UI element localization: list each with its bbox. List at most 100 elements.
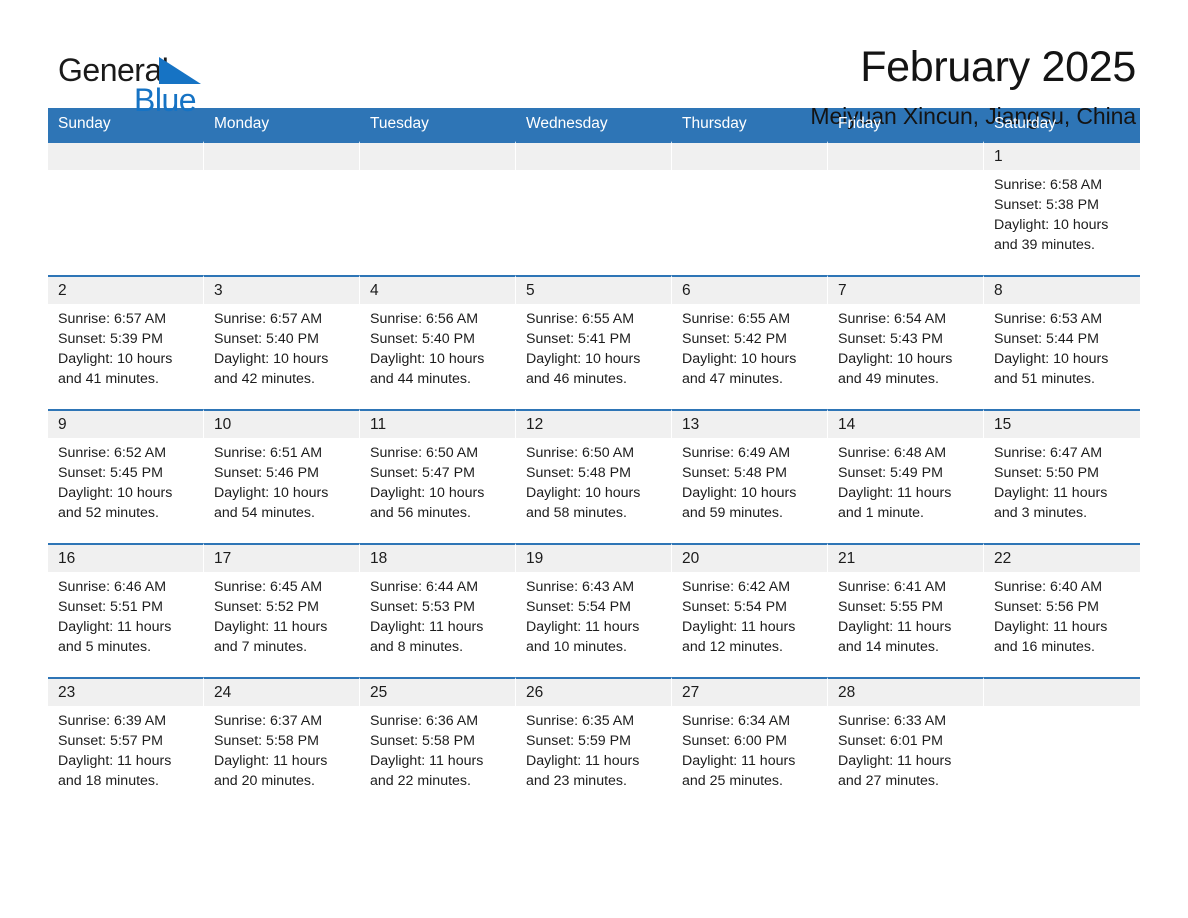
sunrise-text: Sunrise: 6:40 AM [994,579,1103,595]
calendar-day-cell[interactable]: 23 Sunrise: 6:39 AM Sunset: 5:57 PM Dayligh… [48,677,204,811]
sunrise-text: Sunrise: 6:37 AM [214,713,323,729]
daylight-text: Daylight: 11 hours and 12 minutes. [682,619,796,655]
calendar-day-cell[interactable]: 18 Sunrise: 6:44 AM Sunset: 5:53 PM Dayligh… [360,543,516,677]
calendar-day-cell[interactable]: 8 Sunrise: 6:53 AM Sunset: 5:44 PM Daylight… [984,275,1140,409]
day-details: Sunrise: 6:37 AM Sunset: 5:58 PM Daylight:… [204,706,359,791]
day-number: 5 [516,277,671,304]
sunset-text: Sunset: 5:48 PM [526,465,631,481]
calendar-day-cell [672,141,828,275]
calendar-day-cell[interactable]: 22 Sunrise: 6:40 AM Sunset: 5:56 PM Dayligh… [984,543,1140,677]
daylight-text: Daylight: 10 hours and 58 minutes. [526,485,641,521]
calendar-day-cell[interactable]: 13 Sunrise: 6:49 AM Sunset: 5:48 PM Dayligh… [672,409,828,543]
day-details: Sunrise: 6:58 AM Sunset: 5:38 PM Daylight:… [984,170,1140,255]
sunrise-text: Sunrise: 6:43 AM [526,579,635,595]
sunrise-text: Sunrise: 6:54 AM [838,311,947,327]
daylight-text: Daylight: 10 hours and 54 minutes. [214,485,329,521]
calendar-day-cell[interactable]: 27 Sunrise: 6:34 AM Sunset: 6:00 PM Dayligh… [672,677,828,811]
day-cell-inner: 12 Sunrise: 6:50 AM Sunset: 5:48 PM Dayligh… [516,409,672,543]
calendar-day-cell[interactable]: 11 Sunrise: 6:50 AM Sunset: 5:47 PM Dayligh… [360,409,516,543]
day-cell-inner: 17 Sunrise: 6:45 AM Sunset: 5:52 PM Dayligh… [204,543,360,677]
day-details: Sunrise: 6:46 AM Sunset: 5:51 PM Daylight:… [48,572,203,657]
day-details: Sunrise: 6:40 AM Sunset: 5:56 PM Daylight:… [984,572,1140,657]
day-details [984,706,1140,711]
daylight-text: Daylight: 11 hours and 3 minutes. [994,485,1108,521]
page-header: General Blue February 2025 Meiyuan Xincu… [48,0,1140,130]
sunrise-text: Sunrise: 6:49 AM [682,445,791,461]
day-details: Sunrise: 6:35 AM Sunset: 5:59 PM Daylight:… [516,706,671,791]
calendar-day-cell[interactable]: 14 Sunrise: 6:48 AM Sunset: 5:49 PM Dayligh… [828,409,984,543]
day-number: 10 [204,411,359,438]
day-details: Sunrise: 6:42 AM Sunset: 5:54 PM Daylight:… [672,572,827,657]
brand-logo: General Blue [58,46,258,116]
day-details: Sunrise: 6:50 AM Sunset: 5:47 PM Daylight:… [360,438,515,523]
calendar-day-cell[interactable]: 15 Sunrise: 6:47 AM Sunset: 5:50 PM Dayligh… [984,409,1140,543]
sunset-text: Sunset: 5:38 PM [994,197,1099,213]
calendar-day-cell[interactable]: 24 Sunrise: 6:37 AM Sunset: 5:58 PM Dayligh… [204,677,360,811]
day-cell-inner: 11 Sunrise: 6:50 AM Sunset: 5:47 PM Dayligh… [360,409,516,543]
sunset-text: Sunset: 5:59 PM [526,733,631,749]
day-cell-inner: 22 Sunrise: 6:40 AM Sunset: 5:56 PM Dayligh… [984,543,1140,677]
calendar-day-cell[interactable]: 26 Sunrise: 6:35 AM Sunset: 5:59 PM Dayligh… [516,677,672,811]
calendar-day-cell[interactable]: 1 Sunrise: 6:58 AM Sunset: 5:38 PM Daylight… [984,141,1140,275]
calendar-day-cell[interactable]: 12 Sunrise: 6:50 AM Sunset: 5:48 PM Dayligh… [516,409,672,543]
daylight-text: Daylight: 11 hours and 14 minutes. [838,619,952,655]
sunset-text: Sunset: 5:40 PM [370,331,475,347]
calendar-day-cell[interactable]: 25 Sunrise: 6:36 AM Sunset: 5:58 PM Dayligh… [360,677,516,811]
day-cell-inner: 18 Sunrise: 6:44 AM Sunset: 5:53 PM Dayligh… [360,543,516,677]
calendar-day-cell[interactable]: 21 Sunrise: 6:41 AM Sunset: 5:55 PM Dayligh… [828,543,984,677]
calendar-day-cell [204,141,360,275]
day-details: Sunrise: 6:57 AM Sunset: 5:39 PM Daylight:… [48,304,203,389]
day-cell-inner: 19 Sunrise: 6:43 AM Sunset: 5:54 PM Dayligh… [516,543,672,677]
sunrise-text: Sunrise: 6:52 AM [58,445,167,461]
calendar-day-cell[interactable]: 10 Sunrise: 6:51 AM Sunset: 5:46 PM Dayligh… [204,409,360,543]
day-details: Sunrise: 6:57 AM Sunset: 5:40 PM Daylight:… [204,304,359,389]
day-number: 18 [360,545,515,572]
day-number: 7 [828,277,983,304]
daylight-text: Daylight: 11 hours and 25 minutes. [682,753,796,789]
calendar-day-cell[interactable]: 17 Sunrise: 6:45 AM Sunset: 5:52 PM Dayligh… [204,543,360,677]
calendar-day-cell[interactable]: 7 Sunrise: 6:54 AM Sunset: 5:43 PM Daylight… [828,275,984,409]
day-number: 17 [204,545,359,572]
calendar-day-cell[interactable]: 19 Sunrise: 6:43 AM Sunset: 5:54 PM Dayligh… [516,543,672,677]
day-cell-inner: 4 Sunrise: 6:56 AM Sunset: 5:40 PM Daylight… [360,275,516,409]
day-cell-inner: 20 Sunrise: 6:42 AM Sunset: 5:54 PM Dayligh… [672,543,828,677]
page-title: February 2025 [860,43,1136,91]
day-details: Sunrise: 6:36 AM Sunset: 5:58 PM Daylight:… [360,706,515,791]
day-details: Sunrise: 6:54 AM Sunset: 5:43 PM Daylight:… [828,304,983,389]
day-number: 26 [516,679,671,706]
sunset-text: Sunset: 5:54 PM [526,599,631,615]
day-number: 8 [984,277,1140,304]
calendar-day-cell[interactable]: 9 Sunrise: 6:52 AM Sunset: 5:45 PM Daylight… [48,409,204,543]
day-details: Sunrise: 6:49 AM Sunset: 5:48 PM Daylight:… [672,438,827,523]
calendar-day-cell[interactable]: 6 Sunrise: 6:55 AM Sunset: 5:42 PM Daylight… [672,275,828,409]
day-number: 4 [360,277,515,304]
calendar-day-cell[interactable]: 4 Sunrise: 6:56 AM Sunset: 5:40 PM Daylight… [360,275,516,409]
calendar-day-cell[interactable]: 2 Sunrise: 6:57 AM Sunset: 5:39 PM Daylight… [48,275,204,409]
day-cell-inner: 5 Sunrise: 6:55 AM Sunset: 5:41 PM Daylight… [516,275,672,409]
calendar-day-cell[interactable]: 3 Sunrise: 6:57 AM Sunset: 5:40 PM Daylight… [204,275,360,409]
day-cell-inner [984,677,1140,811]
day-number: 14 [828,411,983,438]
calendar-day-cell[interactable]: 20 Sunrise: 6:42 AM Sunset: 5:54 PM Dayligh… [672,543,828,677]
day-cell-inner: 14 Sunrise: 6:48 AM Sunset: 5:49 PM Dayligh… [828,409,984,543]
day-number: 23 [48,679,203,706]
calendar-day-cell[interactable]: 5 Sunrise: 6:55 AM Sunset: 5:41 PM Daylight… [516,275,672,409]
sunrise-text: Sunrise: 6:45 AM [214,579,323,595]
daylight-text: Daylight: 10 hours and 39 minutes. [994,217,1109,253]
calendar-day-cell[interactable]: 16 Sunrise: 6:46 AM Sunset: 5:51 PM Dayligh… [48,543,204,677]
daylight-text: Daylight: 11 hours and 16 minutes. [994,619,1108,655]
day-cell-inner: 10 Sunrise: 6:51 AM Sunset: 5:46 PM Dayligh… [204,409,360,543]
sunrise-text: Sunrise: 6:58 AM [994,177,1103,193]
sunrise-text: Sunrise: 6:42 AM [682,579,791,595]
day-details [516,170,671,175]
day-cell-inner [672,141,828,275]
day-details: Sunrise: 6:55 AM Sunset: 5:42 PM Daylight:… [672,304,827,389]
sunset-text: Sunset: 5:43 PM [838,331,943,347]
sunrise-text: Sunrise: 6:55 AM [526,311,635,327]
calendar-day-cell[interactable]: 28 Sunrise: 6:33 AM Sunset: 6:01 PM Dayligh… [828,677,984,811]
day-cell-inner: 1 Sunrise: 6:58 AM Sunset: 5:38 PM Daylight… [984,141,1140,275]
day-cell-inner: 3 Sunrise: 6:57 AM Sunset: 5:40 PM Daylight… [204,275,360,409]
day-details: Sunrise: 6:44 AM Sunset: 5:53 PM Daylight:… [360,572,515,657]
day-cell-inner: 2 Sunrise: 6:57 AM Sunset: 5:39 PM Daylight… [48,275,204,409]
day-cell-inner: 8 Sunrise: 6:53 AM Sunset: 5:44 PM Daylight… [984,275,1140,409]
